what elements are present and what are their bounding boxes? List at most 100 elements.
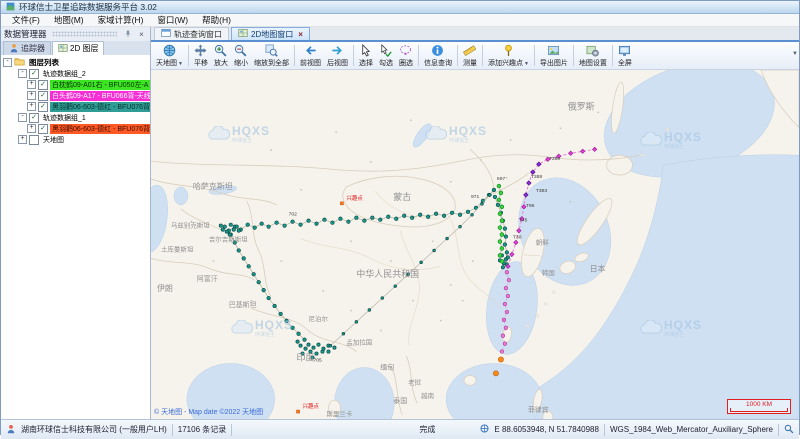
layer-checkbox[interactable]: ✓: [38, 124, 48, 134]
toolbar-button-poi[interactable]: 添加兴趣点▼: [485, 43, 532, 68]
panel-tab-label: 追踪器: [21, 43, 45, 54]
toolbar-button-zoom-out[interactable]: 缩小: [231, 43, 251, 68]
track-point: [492, 188, 496, 192]
layer-checkbox[interactable]: ✓: [29, 113, 39, 123]
track-point: [355, 320, 358, 323]
toolbar-button-export[interactable]: 导出图片: [537, 43, 571, 68]
track-point: [235, 225, 238, 228]
fullscreen-icon: [618, 44, 631, 60]
track-point: [219, 224, 222, 227]
place-label: 俄罗斯: [568, 101, 595, 112]
point-label: 702: [289, 212, 298, 218]
expander-icon[interactable]: -: [18, 113, 27, 122]
status-separator: [604, 424, 605, 436]
track-point: [371, 216, 375, 220]
cursor-icon: [359, 44, 372, 60]
toolbar-button-label: 圈选: [399, 60, 413, 68]
expander-icon[interactable]: +: [18, 135, 27, 144]
layer-label: 黑羽鹳06-603-德红 - BFU076背: [50, 102, 150, 112]
expander-icon[interactable]: +: [27, 124, 36, 133]
track-point: [446, 237, 449, 240]
tree-node-group[interactable]: -✓轨迹数据组_1: [3, 112, 150, 123]
toolbar-button-cursor[interactable]: 选择: [356, 43, 376, 68]
layer-checkbox[interactable]: [29, 135, 39, 145]
track-point: [500, 350, 504, 354]
track-point: [279, 312, 283, 316]
track-point: [246, 223, 250, 227]
expander-icon[interactable]: -: [18, 69, 27, 78]
menu-item-1[interactable]: 地图(M): [47, 14, 91, 26]
track-point: [273, 304, 277, 308]
expander-icon[interactable]: -: [3, 58, 12, 67]
toolbar-button-measure[interactable]: 测量: [460, 43, 480, 68]
toolbar-button-pan[interactable]: 平移: [191, 43, 211, 68]
toolbar-button-arrow-right[interactable]: 后视图: [324, 43, 351, 68]
doc-tab-0[interactable]: 轨迹查询窗口: [154, 27, 229, 40]
toolbar-button-cursor-check[interactable]: 勾选: [376, 43, 396, 68]
toolbar-button-fullscreen[interactable]: 全屏: [615, 43, 635, 68]
track-point: [458, 213, 462, 217]
layer-checkbox[interactable]: ✓: [38, 91, 48, 101]
expander-icon[interactable]: +: [27, 80, 36, 89]
close-icon[interactable]: ×: [136, 29, 147, 40]
projection-name: WGS_1984_Web_Mercator_Auxiliary_Sphere: [610, 425, 773, 434]
tab-window-icon: [161, 28, 171, 40]
toolbar-button-zoom-all[interactable]: 缩放到全部: [251, 43, 292, 68]
tree-node-layer[interactable]: +✓黑羽鹳06-603-德红 - BFU076背: [3, 101, 150, 112]
point-label: 705: [313, 358, 322, 364]
menu-item-2[interactable]: 家域计算(H): [91, 14, 151, 26]
tree-node-layer[interactable]: +✓白头鹤09-A17 - BFU066背-天线-A-2.21油: [3, 90, 150, 101]
pin-icon[interactable]: [122, 29, 133, 40]
toolbar-button-label: 添加兴趣点▼: [488, 60, 529, 68]
toolbar-button-globe[interactable]: 天地图▼: [153, 43, 186, 68]
menu-item-0[interactable]: 文件(F): [5, 14, 47, 26]
map-canvas[interactable]: 俄罗斯哈萨克斯坦蒙古中华人民共和国日本朝鲜韩国印度缅甸泰国老挝越南阿富汗巴基斯坦…: [151, 70, 799, 419]
magnifier-icon[interactable]: [784, 424, 794, 436]
tree-node-group[interactable]: +天地图: [3, 134, 150, 145]
track-point: [317, 343, 320, 346]
layer-checkbox[interactable]: ✓: [29, 69, 39, 79]
track-point: [296, 340, 299, 343]
pan-icon: [194, 44, 207, 60]
toolbar-button-lasso[interactable]: 圈选: [396, 43, 416, 68]
layer-label: 白头鹤09-A17 - BFU066背-天线-A-2.21油: [50, 91, 150, 101]
toolbar-button-map-settings[interactable]: 地图设置: [576, 43, 610, 68]
tree-node-group[interactable]: -✓轨迹数据组_2: [3, 68, 150, 79]
track-point: [500, 205, 504, 209]
layer-label: 黑羽鹳06-603-德红 - BFU076背: [50, 124, 150, 134]
track-point: [315, 222, 319, 226]
tree-root-row[interactable]: -图层列表: [3, 57, 150, 68]
panel-tab-1[interactable]: 2D 图层: [52, 41, 104, 55]
layer-tree: -图层列表-✓轨迹数据组_2+✓白枕鹤09-A01右 - BFU050左-A+✓…: [1, 55, 150, 419]
point-label: T96: [526, 203, 535, 209]
coordinates-icon: [480, 424, 489, 435]
toolbar-separator: [534, 45, 535, 66]
toolbar-button-info[interactable]: 信息查询: [421, 43, 455, 68]
menu-item-4[interactable]: 帮助(H): [195, 14, 238, 26]
poi-marker[interactable]: [340, 202, 343, 205]
menu-item-3[interactable]: 窗口(W): [150, 14, 195, 26]
toolbar-button-arrow-left[interactable]: 前视图: [297, 43, 324, 68]
panel-tab-0[interactable]: 追踪器: [3, 41, 51, 55]
person-icon: [9, 43, 19, 55]
toolbar-overflow-icon[interactable]: ▼: [792, 51, 798, 57]
tree-node-layer[interactable]: +✓白枕鹤09-A01右 - BFU050左-A: [3, 79, 150, 90]
tree-node-layer[interactable]: +✓黑羽鹳06-603-德红 - BFU076背: [3, 123, 150, 134]
company-name: 湖南环球信士科技有限公司 (一般用户LH): [21, 424, 167, 435]
cursor-check-icon: [379, 44, 392, 60]
doc-tab-1[interactable]: 2D地图窗口×: [231, 27, 310, 40]
globe-icon: [163, 44, 176, 60]
poi-marker[interactable]: [297, 410, 300, 413]
track-point: [459, 225, 462, 228]
layer-checkbox[interactable]: ✓: [38, 80, 48, 90]
tab-map-icon: [58, 43, 68, 55]
expander-icon[interactable]: +: [27, 102, 36, 111]
expander-icon[interactable]: +: [27, 91, 36, 100]
track-point: [493, 371, 498, 376]
toolbar-button-zoom-in[interactable]: 放大: [211, 43, 231, 68]
track-point: [506, 294, 510, 298]
layer-checkbox[interactable]: ✓: [38, 102, 48, 112]
map-attribution: © 天地图 - Map date ©2022 天地图: [154, 407, 263, 417]
toolbar-button-label: 勾选: [379, 60, 393, 68]
tab-close-icon[interactable]: ×: [298, 30, 303, 39]
